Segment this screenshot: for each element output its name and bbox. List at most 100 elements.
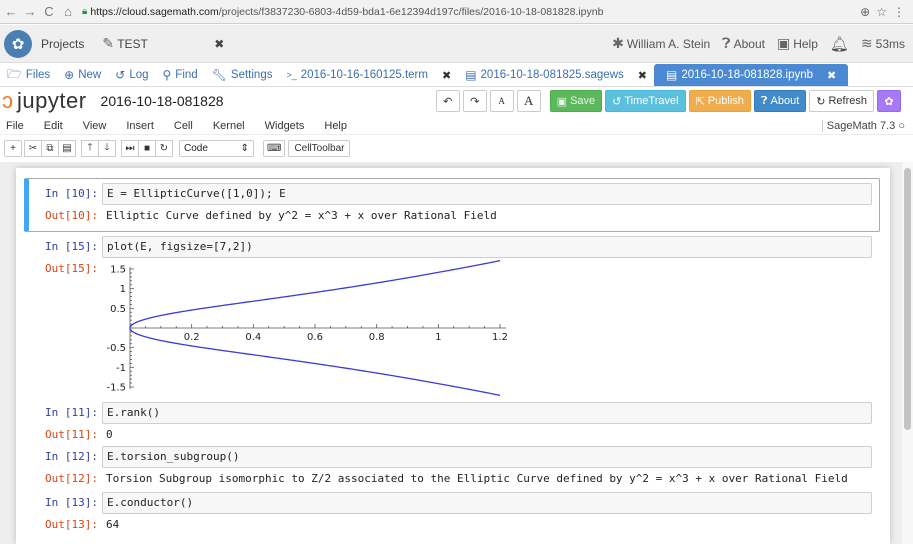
input-prompt: In [11]: — [45, 406, 98, 419]
url-field[interactable]: 🔒︎ https://cloud.sagemath.com /projects/… — [82, 3, 860, 21]
font-smaller-button[interactable]: A — [489, 90, 514, 112]
close-icon[interactable]: ✖ — [214, 37, 224, 51]
plus-circle-icon: ⊕ — [64, 68, 75, 82]
notebook-icon: ▤ — [665, 68, 678, 82]
cell-type-select[interactable]: Code ⇕ — [179, 139, 254, 157]
y-tick-label: 1 — [120, 284, 126, 295]
celltoolbar-button[interactable]: CellToolbar — [288, 139, 351, 157]
code-cell[interactable]: In [12]: E.torsion_subgroup() Out[12]: T… — [24, 446, 880, 486]
publish-button[interactable]: ⇱ Publish — [688, 90, 751, 112]
back-icon[interactable]: ← — [3, 4, 19, 19]
kernel-indicator: SageMath 7.3 ○ — [821, 119, 913, 132]
run-button[interactable]: ⏭ — [121, 139, 139, 157]
file-tab-label: 2016-10-16-160125.term — [300, 69, 428, 81]
command-palette-button[interactable]: ⌨ — [263, 139, 286, 157]
elliptic-curve-plot: 0.2 0.4 0.6 0.8 1 1.2 1.5 1 0.5 -0.5 -1 -1.5 — [106, 260, 508, 396]
code-input[interactable]: plot(E, figsize=[7,2]) — [102, 236, 872, 258]
refresh-icon: ↻ — [816, 95, 826, 108]
code-input[interactable]: E.rank() — [102, 402, 872, 424]
zoom-icon[interactable]: ⊕ — [860, 5, 870, 19]
menu-view[interactable]: View — [73, 120, 117, 132]
cell-output: 64 — [106, 518, 120, 531]
file-tab-sagews[interactable]: ▤ 2016-10-18-081825.sagews ✖ — [458, 64, 654, 86]
undo-button[interactable]: ↶ — [435, 90, 460, 112]
save-icon: ▣ — [556, 95, 568, 108]
project-tab-test[interactable]: ✎ TEST ✖ — [93, 25, 233, 63]
new-tab[interactable]: ⊕ New — [57, 64, 108, 86]
code-input[interactable]: E = EllipticCurve([1,0]); E — [102, 183, 872, 205]
settings-label: Settings — [230, 69, 273, 81]
close-icon[interactable]: ✖ — [442, 69, 451, 82]
about-button[interactable]: ❓︎ About — [722, 35, 765, 52]
save-button[interactable]: ▣ Save — [549, 90, 603, 112]
menu-help[interactable]: Help — [314, 120, 357, 132]
connection-status[interactable]: ≋ 53ms — [861, 35, 905, 52]
insert-cell-button[interactable]: + — [4, 139, 22, 157]
plot-ticks: 0.2 0.4 0.6 0.8 1 1.2 1.5 1 0.5 -0.5 -1 -1.5 — [106, 265, 507, 394]
menu-file[interactable]: File — [0, 120, 34, 132]
y-tick-label: 1.5 — [110, 265, 126, 276]
y-tick-label: -1.5 — [106, 383, 126, 394]
timetravel-button[interactable]: ↺ TimeTravel — [605, 90, 686, 112]
history-icon: ↺ — [612, 95, 622, 108]
move-up-button[interactable]: 🡑 — [81, 139, 99, 157]
move-down-button[interactable]: 🡓 — [98, 139, 116, 157]
y-tick-label: -0.5 — [106, 343, 126, 354]
reload-icon[interactable]: C — [41, 4, 57, 19]
kernel-name: SageMath 7.3 — [826, 119, 896, 132]
notebook-scrollbar[interactable] — [902, 162, 913, 544]
file-tab-term[interactable]: >_ 2016-10-16-160125.term ✖ — [279, 64, 458, 86]
home-icon[interactable]: ⌂ — [60, 4, 76, 19]
cut-button[interactable]: ✂ — [24, 139, 42, 157]
jupyter-classic-icon[interactable]: ✿ — [877, 90, 901, 112]
code-input[interactable]: E.torsion_subgroup() — [102, 446, 872, 468]
menu-edit[interactable]: Edit — [34, 120, 73, 132]
code-input[interactable]: E.conductor() — [102, 492, 872, 514]
code-cell[interactable]: In [15]: plot(E, figsize=[7,2]) Out[15]:… — [24, 236, 880, 396]
menu-widgets[interactable]: Widgets — [255, 120, 315, 132]
find-tab[interactable]: ⚲ Find — [156, 64, 205, 86]
restart-button[interactable]: ↻ — [155, 139, 173, 157]
refresh-button[interactable]: ↻ Refresh — [809, 90, 874, 112]
font-larger-button[interactable]: A — [516, 90, 541, 112]
close-icon[interactable]: ✖ — [827, 69, 836, 82]
menu-insert[interactable]: Insert — [116, 120, 164, 132]
paste-button[interactable]: ▤ — [58, 139, 76, 157]
account-button[interactable]: ✱ William A. Stein — [612, 35, 710, 52]
sagemath-logo-icon[interactable]: ✿ — [4, 29, 32, 58]
code-cell-selected[interactable]: In [10]: E = EllipticCurve([1,0]); E Out… — [24, 178, 880, 232]
copy-button[interactable]: ⧉ — [41, 139, 59, 157]
help-button[interactable]: ▣ Help — [777, 35, 818, 52]
cell-output: Torsion Subgroup isomorphic to Z/2 assoc… — [106, 472, 848, 485]
settings-tab[interactable]: 🔧︎ Settings — [205, 64, 280, 86]
forward-icon[interactable]: → — [22, 4, 38, 19]
bookmark-star-icon[interactable]: ☆ — [876, 5, 887, 19]
about-label: About — [770, 95, 800, 107]
files-tab[interactable]: 🗁 Files — [0, 64, 57, 86]
notebook-name[interactable]: 2016-10-18-081828 — [101, 93, 224, 109]
bell-icon[interactable]: 🔔︎ — [830, 35, 849, 53]
app-top-bar: ✿ Projects ✎ TEST ✖ ✱ William A. Stein ❓︎… — [0, 25, 913, 63]
jupyter-logo-icon: ɔ — [2, 88, 13, 113]
file-tab-ipynb[interactable]: ▤ 2016-10-18-081828.ipynb ✖ — [653, 64, 849, 86]
log-tab[interactable]: ↺ Log — [108, 64, 155, 86]
y-tick-label: -1 — [116, 363, 126, 374]
url-host: https://cloud.sagemath.com — [90, 5, 219, 18]
plot-axes — [129, 267, 507, 389]
input-prompt: In [12]: — [45, 450, 98, 463]
file-tab-label: 2016-10-18-081825.sagews — [480, 69, 624, 81]
jupyter-about-button[interactable]: ❓︎ About — [753, 90, 807, 112]
x-tick-label: 0.4 — [245, 332, 261, 343]
log-label: Log — [129, 69, 149, 81]
menu-kernel[interactable]: Kernel — [203, 120, 255, 132]
redo-button[interactable]: ↷ — [462, 90, 487, 112]
menu-cell[interactable]: Cell — [164, 120, 203, 132]
browser-menu-icon[interactable]: ⋮ — [893, 5, 905, 19]
medkit-icon: ▣ — [776, 35, 791, 51]
projects-tab[interactable]: Projects — [32, 25, 93, 63]
interrupt-button[interactable]: ■ — [138, 139, 156, 157]
code-cell[interactable]: In [11]: E.rank() Out[11]: 0 — [24, 402, 880, 442]
close-icon[interactable]: ✖ — [638, 69, 647, 82]
scrollbar-thumb[interactable] — [904, 168, 911, 430]
code-cell[interactable]: In [13]: E.conductor() Out[13]: 64 — [24, 492, 880, 536]
